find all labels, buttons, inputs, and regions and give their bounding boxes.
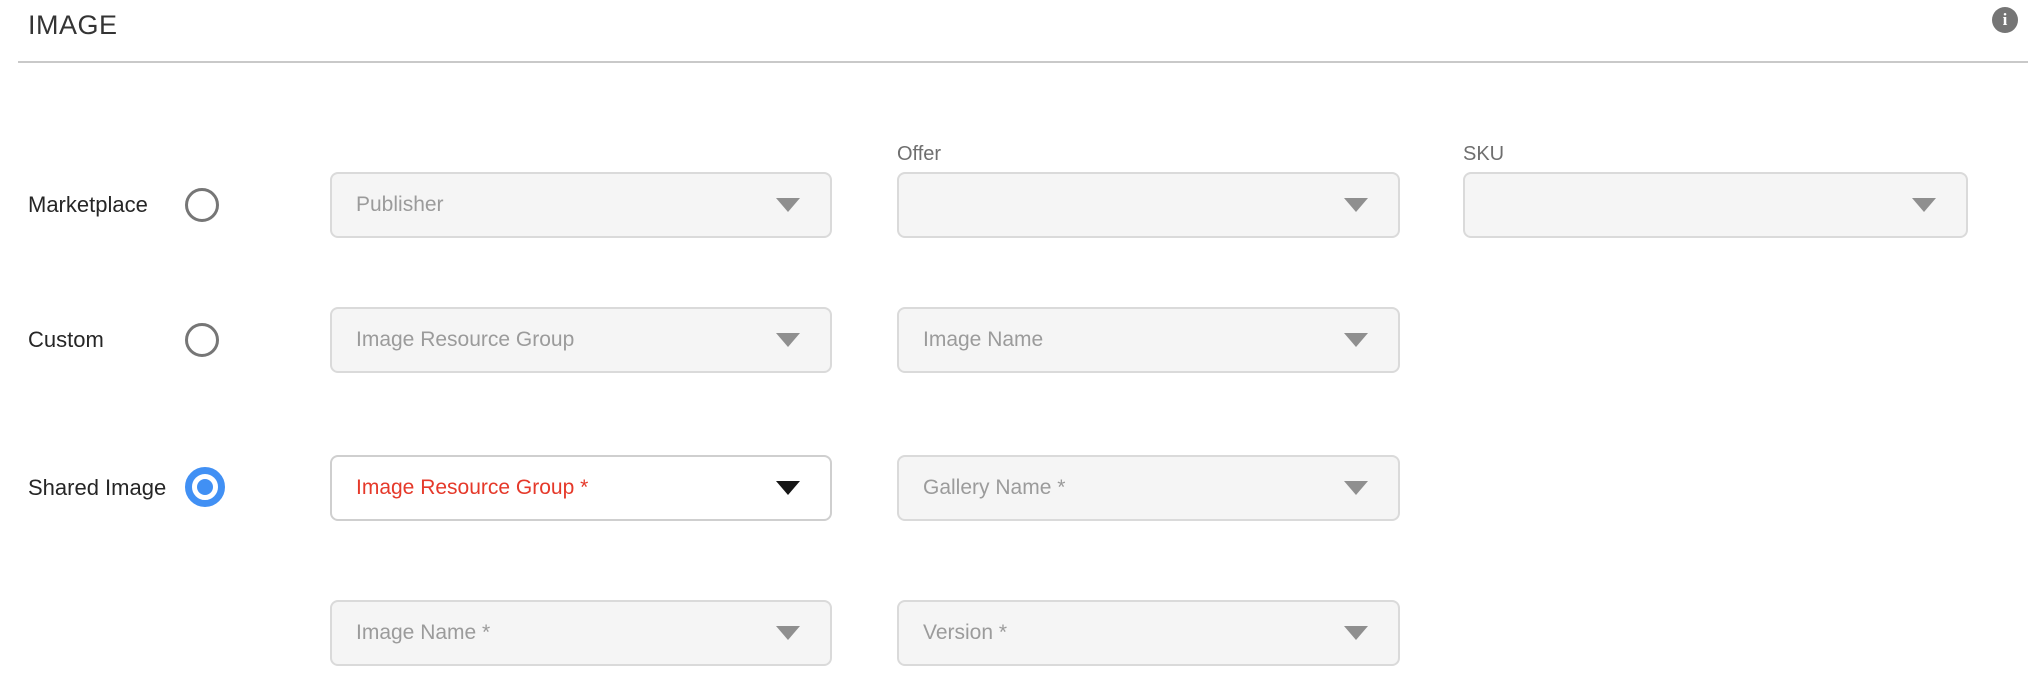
chevron-down-icon (1344, 333, 1368, 347)
custom-image-name-select[interactable]: Image Name (897, 307, 1400, 373)
chevron-down-icon (1912, 198, 1936, 212)
radio-custom[interactable] (185, 323, 219, 357)
chevron-down-icon (1344, 481, 1368, 495)
radio-label-marketplace: Marketplace (28, 192, 148, 218)
radio-label-shared-image: Shared Image (28, 475, 166, 501)
chevron-down-icon (776, 626, 800, 640)
sku-select[interactable] (1463, 172, 1968, 238)
chevron-down-icon (1344, 198, 1368, 212)
chevron-down-icon (1344, 626, 1368, 640)
image-form-section: IMAGE i Marketplace Publisher Offer SKU … (0, 0, 2044, 686)
sku-label: SKU (1463, 143, 1504, 166)
section-divider (18, 61, 2028, 63)
custom-resource-group-placeholder: Image Resource Group (356, 328, 776, 352)
shared-resource-group-placeholder: Image Resource Group * (356, 476, 776, 500)
info-icon-glyph: i (2003, 10, 2008, 30)
shared-image-name-placeholder: Image Name * (356, 621, 776, 645)
custom-resource-group-select[interactable]: Image Resource Group (330, 307, 832, 373)
shared-gallery-name-select[interactable]: Gallery Name * (897, 455, 1400, 521)
offer-select[interactable] (897, 172, 1400, 238)
chevron-down-icon (776, 198, 800, 212)
radio-label-custom: Custom (28, 327, 104, 353)
shared-gallery-name-placeholder: Gallery Name * (923, 476, 1344, 500)
chevron-down-icon (776, 333, 800, 347)
chevron-down-icon (776, 481, 800, 495)
shared-version-select[interactable]: Version * (897, 600, 1400, 666)
shared-image-name-select[interactable]: Image Name * (330, 600, 832, 666)
shared-resource-group-select[interactable]: Image Resource Group * (330, 455, 832, 521)
publisher-placeholder: Publisher (356, 193, 776, 217)
radio-shared-image[interactable] (185, 467, 225, 507)
offer-label: Offer (897, 143, 941, 166)
info-icon[interactable]: i (1992, 7, 2018, 33)
radio-selected-dot (197, 479, 213, 495)
shared-version-placeholder: Version * (923, 621, 1344, 645)
radio-marketplace[interactable] (185, 188, 219, 222)
section-title: IMAGE (28, 10, 118, 41)
custom-image-name-placeholder: Image Name (923, 328, 1344, 352)
publisher-select[interactable]: Publisher (330, 172, 832, 238)
